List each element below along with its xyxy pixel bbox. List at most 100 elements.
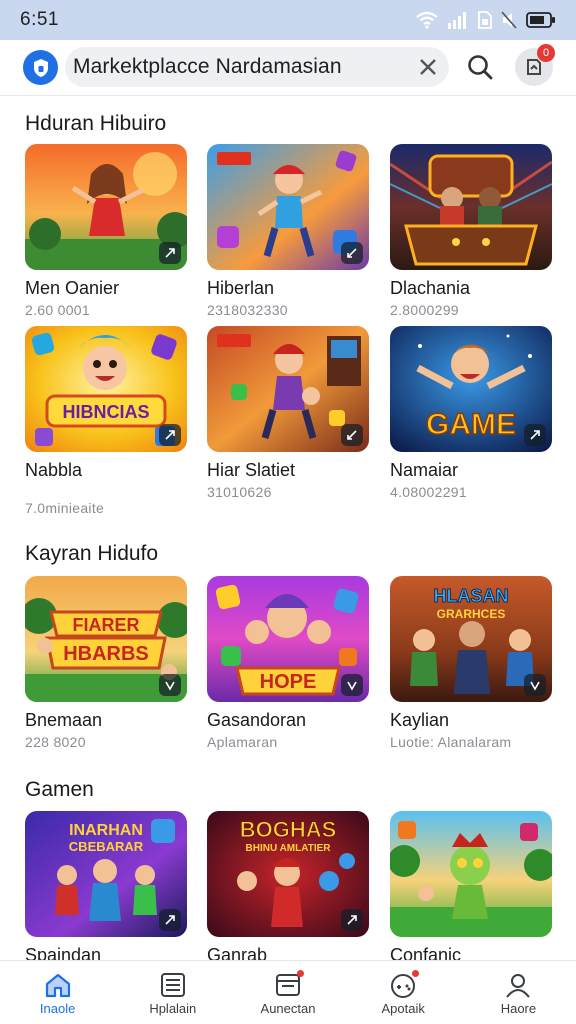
share-icon[interactable]: [159, 242, 181, 264]
game-thumbnail[interactable]: HOPE: [207, 576, 369, 702]
status-time: 6:51: [20, 9, 59, 30]
game-thumbnail[interactable]: [390, 811, 552, 937]
game-thumbnail[interactable]: FIARER HBARBS: [25, 576, 187, 702]
game-title: Gasandoran: [207, 710, 307, 730]
section-title: Hduran Hibuiro: [25, 112, 167, 135]
game-card[interactable]: GAME Namaiar 4.08002291: [390, 326, 552, 500]
status-bar: 6:51: [0, 0, 576, 40]
nav-item-home[interactable]: Inaole: [0, 961, 115, 1024]
game-thumbnail[interactable]: GAME: [390, 326, 552, 452]
svg-text:GRARHCES: GRARHCES: [437, 607, 506, 621]
search-bar: Markektplacce Nardamasian 0: [0, 40, 576, 96]
game-thumbnail[interactable]: [207, 144, 369, 270]
svg-text:GAME: GAME: [426, 408, 516, 441]
notification-badge: 0: [537, 44, 555, 62]
nav-notification-dot: [297, 970, 304, 977]
search-input[interactable]: Markektplacce Nardamasian: [65, 47, 449, 87]
clear-icon[interactable]: [417, 56, 439, 78]
nav-label: Haore: [500, 1001, 537, 1016]
svg-text:HIBNCIAS: HIBNCIAS: [62, 402, 149, 422]
game-card[interactable]: Hiberlan 2318032330: [207, 144, 369, 318]
game-title: Bnemaan: [25, 710, 103, 730]
game-thumbnail[interactable]: [390, 144, 552, 270]
nav-label: Aunectan: [260, 1001, 316, 1016]
nav-item-games[interactable]: Apotaik: [346, 961, 461, 1024]
nav-notification-dot: [412, 970, 420, 977]
svg-text:HLASAN: HLASAN: [434, 586, 509, 606]
share-icon[interactable]: [159, 909, 181, 931]
search-icon[interactable]: [466, 53, 494, 81]
game-title: Hiar Slatiet: [207, 460, 296, 480]
svg-text:HOPE: HOPE: [260, 671, 317, 693]
game-title: Ganrab: [207, 945, 268, 960]
check-icon[interactable]: [159, 674, 181, 696]
game-card[interactable]: FIARER HBARBS Bnemaan 228 8020: [25, 576, 187, 750]
game-card[interactable]: Men Oanier 2.60 0001: [25, 144, 187, 318]
game-title: Spaindan: [25, 945, 102, 960]
game-subtitle: 7.0minieaite: [25, 500, 105, 516]
nav-label: Apotaik: [381, 1001, 425, 1016]
game-subtitle: 31010626: [207, 484, 272, 500]
game-thumbnail[interactable]: [25, 144, 187, 270]
game-subtitle: 2.60 0001: [25, 302, 90, 318]
game-thumbnail[interactable]: HIBNCIAS: [25, 326, 187, 452]
game-subtitle: 228 8020: [25, 734, 86, 750]
game-thumbnail[interactable]: HLASAN GRARHCES: [390, 576, 552, 702]
expand-icon[interactable]: [341, 424, 363, 446]
game-card[interactable]: Confanic: [390, 811, 552, 960]
nav-item-profile[interactable]: Haore: [461, 961, 576, 1024]
check-icon[interactable]: [341, 674, 363, 696]
game-card[interactable]: INARHAN CBEBARAR Spaindan: [25, 811, 187, 960]
home-icon: [45, 973, 70, 998]
svg-text:CBEBARAR: CBEBARAR: [69, 839, 144, 854]
game-subtitle: 2.8000299: [390, 302, 459, 318]
game-subtitle: 2318032330: [207, 302, 288, 318]
list-icon: [160, 973, 185, 997]
game-title: Confanic: [390, 945, 462, 960]
bottom-nav: Inaole Hplalain Aunectan Apotaik Haore: [0, 960, 576, 1024]
nav-item-calendar[interactable]: Aunectan: [230, 961, 345, 1024]
sim-icon: [478, 11, 492, 29]
section-title: Kayran Hidufo: [25, 542, 159, 565]
nav-label: Inaole: [39, 1001, 76, 1016]
game-thumbnail[interactable]: [207, 326, 369, 452]
nav-label: Hplalain: [149, 1001, 197, 1016]
check-icon[interactable]: [524, 674, 546, 696]
game-card[interactable]: BOGHAS BHINU AMLATIER Ganrab: [207, 811, 369, 960]
game-card[interactable]: HLASAN GRARHCES Kaylian Luotie: Alanalara…: [390, 576, 552, 750]
game-thumbnail[interactable]: BOGHAS BHINU AMLATIER: [207, 811, 369, 937]
svg-text:BHINU AMLATIER: BHINU AMLATIER: [246, 843, 332, 854]
notification-button[interactable]: 0: [515, 44, 555, 86]
game-title: Hiberlan: [207, 278, 275, 298]
game-title: Men Oanier: [25, 278, 120, 298]
shield-button[interactable]: [23, 50, 58, 85]
game-subtitle: Luotie: Alanalaram: [390, 734, 512, 750]
game-card[interactable]: Hiar Slatiet 31010626: [207, 326, 369, 500]
game-title: Dlachania: [390, 278, 471, 298]
game-card[interactable]: HOPE Gasandoran Aplamaran: [207, 576, 369, 750]
game-title: Kaylian: [390, 710, 450, 730]
section-title: Gamen: [25, 778, 94, 801]
nav-item-list[interactable]: Hplalain: [115, 961, 230, 1024]
svg-text:INARHAN: INARHAN: [69, 822, 143, 839]
game-thumbnail[interactable]: INARHAN CBEBARAR: [25, 811, 187, 937]
share-icon[interactable]: [524, 424, 546, 446]
battery-icon: [526, 12, 555, 28]
marketplace-content: Hduran Hibuiro Men Oanier 2.60 0001 Hibe…: [0, 96, 576, 960]
svg-text:FIARER: FIARER: [73, 615, 140, 635]
game-card[interactable]: HIBNCIAS Nabbla 7.0minieaite: [25, 326, 187, 516]
svg-text:HBARBS: HBARBS: [63, 643, 149, 665]
wifi-icon: [416, 11, 438, 29]
svg-text:BOGHAS: BOGHAS: [240, 817, 337, 842]
search-input-value: Markektplacce Nardamasian: [73, 55, 342, 78]
game-card[interactable]: Dlachania 2.8000299: [390, 144, 552, 318]
shield-icon: [33, 58, 48, 77]
share-icon[interactable]: [159, 424, 181, 446]
game-subtitle: Aplamaran: [207, 734, 278, 750]
expand-icon[interactable]: [341, 242, 363, 264]
status-icons: [416, 11, 556, 29]
signal-icon: [448, 12, 466, 29]
share-icon[interactable]: [341, 909, 363, 931]
game-title: Namaiar: [390, 460, 459, 480]
game-title: Nabbla: [25, 460, 83, 480]
